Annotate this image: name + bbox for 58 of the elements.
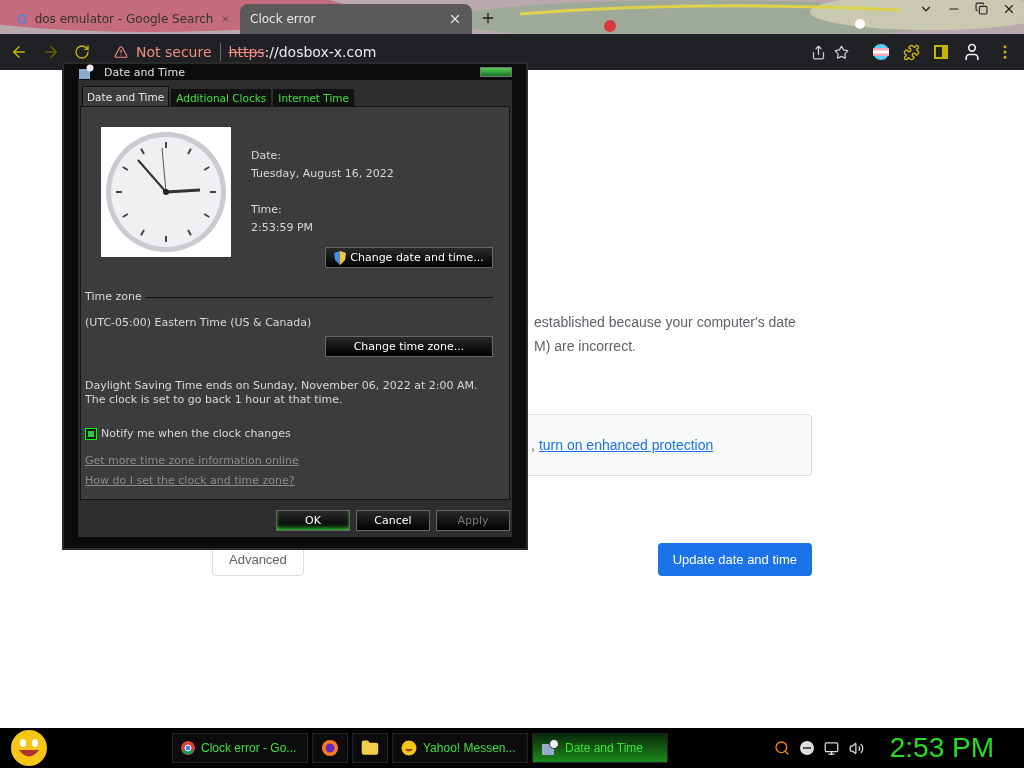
chrome-icon — [181, 741, 195, 755]
taskbar-item[interactable] — [352, 733, 388, 763]
timezone-value: (UTC-05:00) Eastern Time (US & Canada) — [85, 315, 313, 331]
start-button[interactable] — [10, 729, 48, 767]
time-label: Time: — [251, 202, 283, 218]
smiley-icon — [401, 740, 417, 756]
back-icon[interactable] — [10, 43, 28, 61]
new-tab-icon[interactable] — [480, 10, 496, 26]
update-button[interactable]: Update date and time — [657, 542, 812, 576]
dialog-tab[interactable]: Internet Time — [273, 89, 354, 106]
taskbar-item[interactable]: Date and Time — [532, 733, 668, 763]
taskbar-clock[interactable]: 2:53 PM — [889, 732, 994, 764]
protection-link[interactable]: turn on enhanced protection — [538, 437, 714, 453]
notify-checkbox[interactable]: Notify me when the clock changes — [85, 425, 493, 443]
taskbar-item[interactable]: Yahoo! Messen... — [392, 733, 528, 763]
security-label: Not secure — [136, 44, 212, 60]
flag-icon[interactable] — [873, 44, 889, 60]
change-timezone-button[interactable]: Change time zone... — [325, 336, 493, 357]
close-icon[interactable] — [448, 12, 462, 26]
browser-tab[interactable]: Clock error — [240, 4, 472, 34]
status-icon[interactable] — [799, 741, 814, 755]
group-heading: Time zone — [85, 289, 142, 305]
firefox-icon — [321, 739, 339, 757]
extensions-icon[interactable] — [903, 43, 920, 61]
calendar-clock-icon — [78, 64, 94, 80]
dst-note: Daylight Saving Time ends on Sunday, November 06, 2022 at 2:00 AM. The clock is set to go back 1 hour at that time. — [85, 379, 479, 407]
card-text: , — [531, 437, 535, 453]
bookmark-icon[interactable] — [834, 44, 849, 60]
dialog-button[interactable]: Cancel — [356, 510, 430, 531]
error-text: M) are incorrect. — [534, 337, 636, 356]
side-panel-icon[interactable] — [934, 45, 948, 59]
share-icon[interactable] — [811, 44, 826, 60]
dialog-tab[interactable]: Date and Time — [82, 86, 170, 106]
dialog-button[interactable]: OK — [276, 510, 350, 531]
browser-tab[interactable]: dos emulator - Google Search — [8, 4, 240, 34]
dialog-tab[interactable]: Additional Clocks — [171, 89, 272, 106]
taskbar-item[interactable]: Clock error - Go... — [172, 733, 308, 763]
forward-icon[interactable] — [42, 43, 60, 61]
taskbar-item[interactable] — [312, 733, 348, 763]
change-date-button[interactable]: Change date and time... — [325, 247, 493, 268]
error-text: established because your computer's date — [534, 313, 796, 332]
google-icon — [18, 12, 27, 26]
folder-icon — [361, 739, 379, 757]
date-value: Tuesday, August 16, 2022 — [251, 166, 395, 182]
reload-icon[interactable] — [74, 44, 90, 60]
profile-icon[interactable] — [962, 42, 982, 62]
close-icon[interactable] — [1002, 2, 1016, 16]
time-value: 2:53:59 PM — [251, 220, 315, 236]
date-label: Date: — [251, 148, 282, 164]
calendar-clock-icon — [541, 739, 559, 757]
window-title: Date and Time — [104, 65, 186, 79]
restore-icon[interactable] — [975, 2, 988, 15]
search-icon[interactable] — [773, 740, 790, 756]
network-icon[interactable] — [823, 740, 839, 756]
url-text: https://dosbox-x.com — [228, 44, 377, 60]
volume-icon[interactable] — [848, 740, 864, 756]
warning-icon — [114, 45, 128, 59]
shield-icon — [334, 250, 347, 265]
